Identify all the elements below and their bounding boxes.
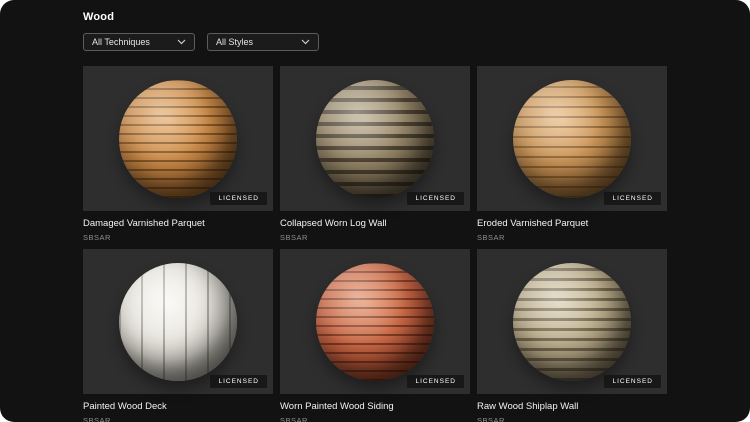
chevron-down-icon (301, 39, 310, 45)
chevron-down-icon (177, 39, 186, 45)
material-format: SBSAR (83, 233, 111, 242)
material-format: SBSAR (280, 233, 308, 242)
material-sphere-preview (316, 262, 434, 381)
material-sphere-preview (119, 262, 237, 381)
techniques-filter-value: All Techniques (92, 37, 150, 47)
material-title: Raw Wood Shiplap Wall (477, 401, 579, 412)
licensed-badge: LICENSED (604, 375, 661, 388)
material-format: SBSAR (477, 416, 505, 422)
page-title: Wood (83, 11, 115, 23)
material-format: SBSAR (83, 416, 111, 422)
techniques-filter-dropdown[interactable]: All Techniques (83, 33, 195, 51)
material-title: Painted Wood Deck (83, 401, 167, 412)
material-thumbnail[interactable]: LICENSED (477, 249, 667, 394)
material-title: Eroded Varnished Parquet (477, 218, 589, 229)
material-card-eroded-varnished-parquet[interactable]: LICENSED Eroded Varnished Parquet SBSAR (477, 66, 667, 242)
material-card-painted-wood-deck[interactable]: LICENSED Painted Wood Deck SBSAR (83, 249, 273, 422)
material-sphere-preview (316, 79, 434, 198)
material-format: SBSAR (280, 416, 308, 422)
material-title: Collapsed Worn Log Wall (280, 218, 387, 229)
material-sphere-preview (119, 79, 237, 198)
material-card-worn-painted-wood-siding[interactable]: LICENSED Worn Painted Wood Siding SBSAR (280, 249, 470, 422)
filters-row: All Techniques All Styles (83, 33, 750, 51)
licensed-badge: LICENSED (210, 375, 267, 388)
licensed-badge: LICENSED (407, 375, 464, 388)
styles-filter-value: All Styles (216, 37, 254, 47)
material-thumbnail[interactable]: LICENSED (477, 66, 667, 211)
material-card-damaged-varnished-parquet[interactable]: LICENSED Damaged Varnished Parquet SBSAR (83, 66, 273, 242)
material-card-raw-wood-shiplap-wall[interactable]: LICENSED Raw Wood Shiplap Wall SBSAR (477, 249, 667, 422)
content-area: Wood All Techniques All Styles LICENSED (0, 0, 750, 422)
licensed-badge: LICENSED (604, 192, 661, 205)
material-thumbnail[interactable]: LICENSED (280, 249, 470, 394)
material-thumbnail[interactable]: LICENSED (280, 66, 470, 211)
styles-filter-dropdown[interactable]: All Styles (207, 33, 319, 51)
assets-browser-panel: Wood All Techniques All Styles LICENSED (0, 0, 750, 422)
material-title: Worn Painted Wood Siding (280, 401, 394, 412)
materials-grid: LICENSED Damaged Varnished Parquet SBSAR… (83, 66, 750, 422)
material-title: Damaged Varnished Parquet (83, 218, 205, 229)
material-thumbnail[interactable]: LICENSED (83, 249, 273, 394)
material-thumbnail[interactable]: LICENSED (83, 66, 273, 211)
material-format: SBSAR (477, 233, 505, 242)
material-sphere-preview (513, 79, 631, 198)
material-card-collapsed-worn-log-wall[interactable]: LICENSED Collapsed Worn Log Wall SBSAR (280, 66, 470, 242)
material-sphere-preview (513, 262, 631, 381)
licensed-badge: LICENSED (407, 192, 464, 205)
licensed-badge: LICENSED (210, 192, 267, 205)
